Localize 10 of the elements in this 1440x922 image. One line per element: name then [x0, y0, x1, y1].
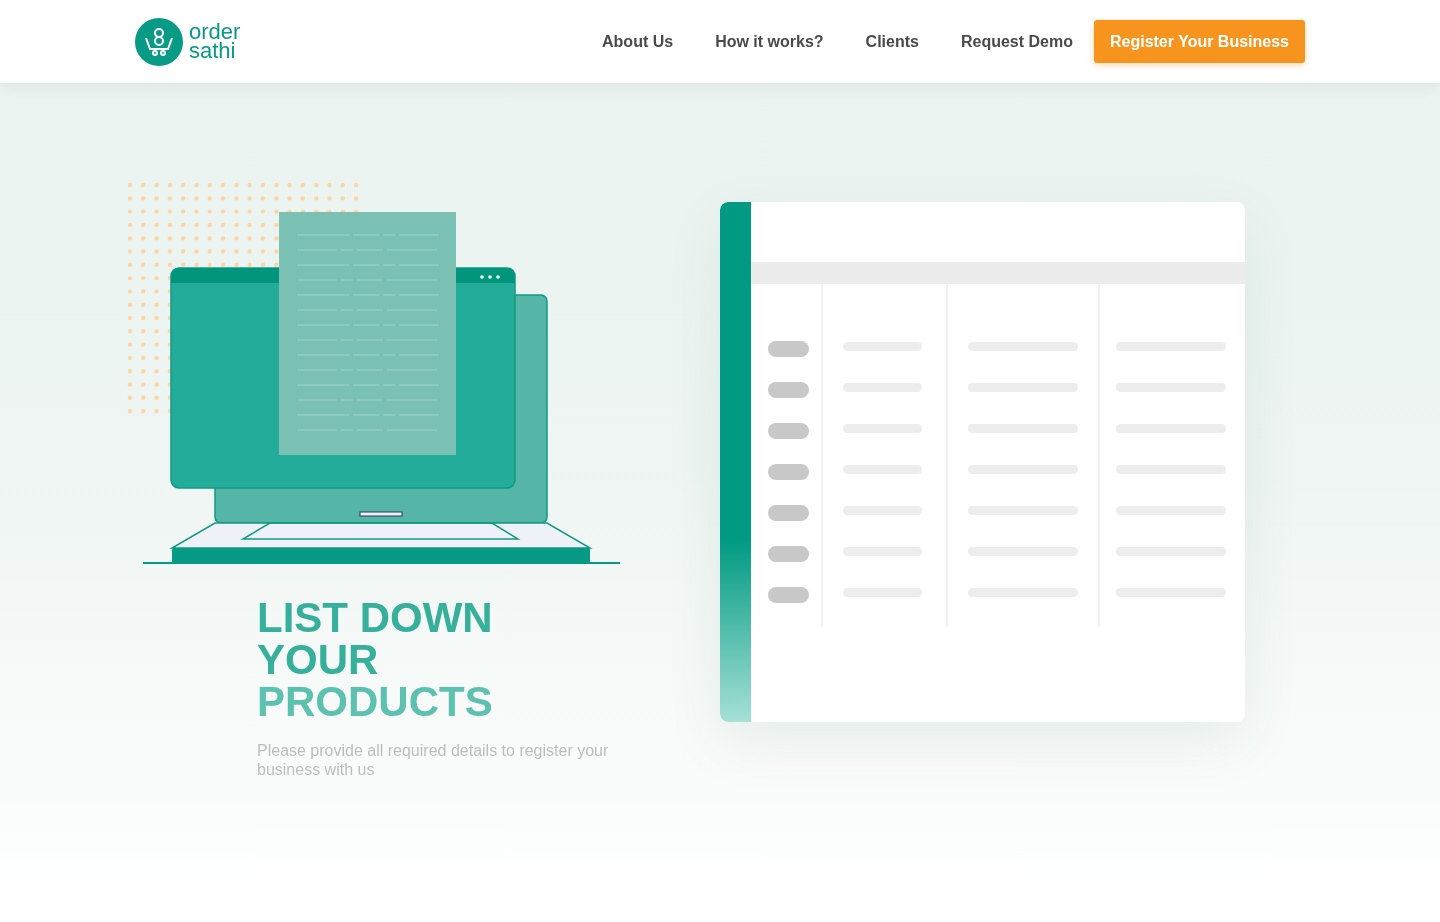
logo-text: order	[189, 22, 241, 42]
nav-link[interactable]: Request Demo	[950, 23, 1083, 60]
hero-heading: LIST DOWN YOUR	[257, 597, 494, 681]
hero-subtitle: Please provide all required details to register your business with us	[257, 741, 610, 779]
nav-link[interactable]: How it works?	[705, 23, 834, 60]
nav-link[interactable]: About Us	[592, 23, 684, 60]
nav-link[interactable]: Clients	[855, 23, 929, 60]
hero-heading: PRODUCTS	[257, 681, 494, 723]
logo-text: sathi	[189, 41, 236, 61]
logo-icon	[135, 17, 183, 66]
